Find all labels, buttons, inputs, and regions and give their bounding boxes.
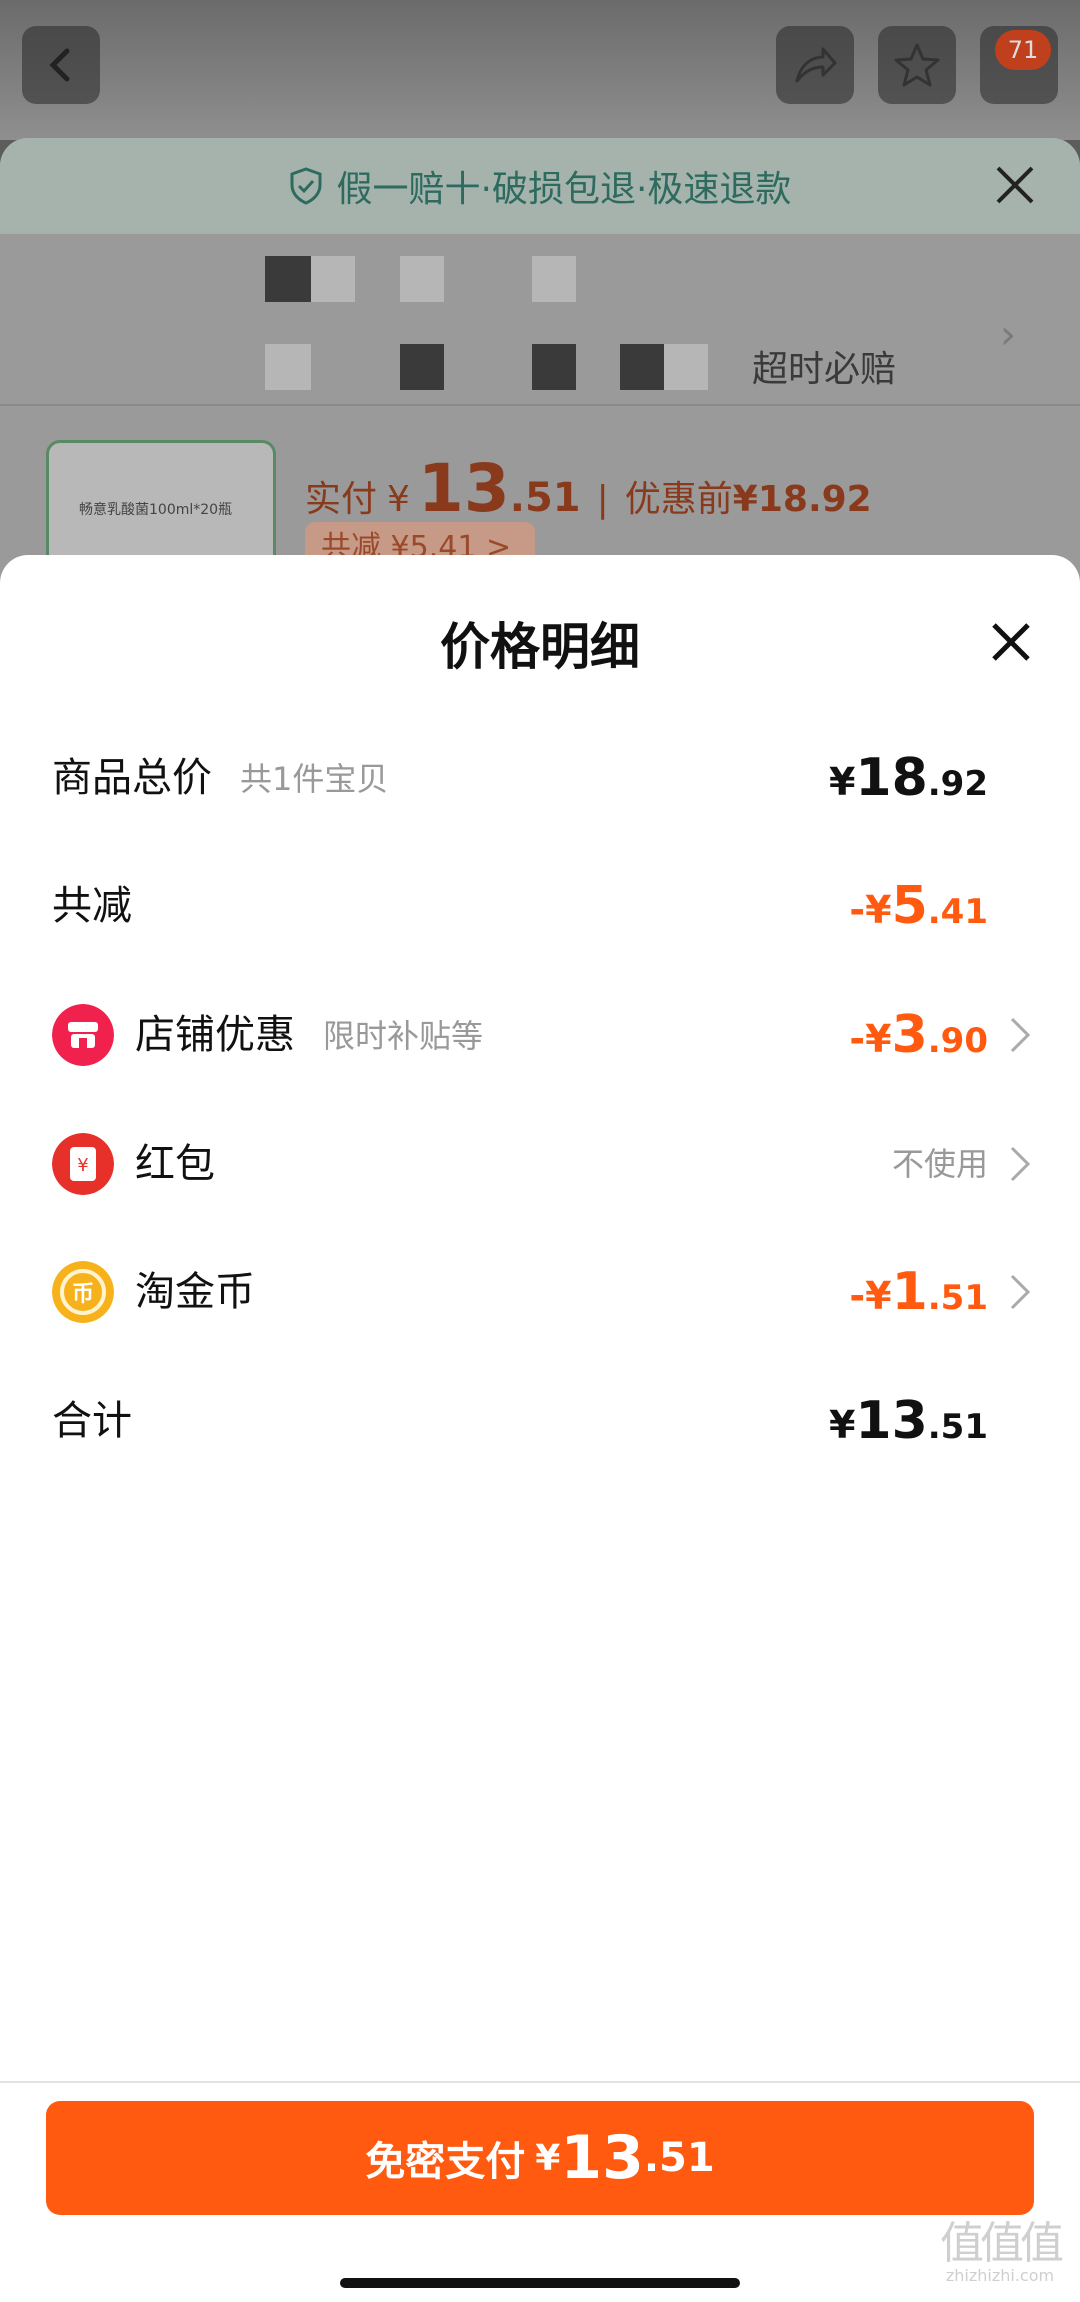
redacted-block [532,344,576,390]
svg-text:¥: ¥ [77,1155,88,1176]
password-free-pay-button[interactable]: 免密支付 ¥13.51 [46,2101,1034,2215]
divider [0,2081,1080,2083]
row-amount: ¥13.51 [829,1381,988,1473]
amount-currency: ¥ [828,760,856,804]
chevron-right-icon [1010,1146,1031,1182]
row-label: 共减 [52,883,132,929]
row-amount: ¥18.92 [829,738,988,830]
redacted-block [620,344,664,390]
close-icon[interactable] [990,160,1040,210]
row-store-discount[interactable]: 店铺优惠 限时补贴等 -¥3.90 [0,995,1080,1075]
amount-currency: -¥ [849,888,892,932]
row-total-discount: 共减 -¥5.41 [0,866,1080,946]
row-sub: 限时补贴等 [323,1017,484,1055]
redacted-block [532,256,576,302]
row-label: 合计 [52,1398,132,1444]
amount-currency: ¥ [828,1403,856,1447]
amount-int: 13 [855,1391,928,1451]
share-icon [795,47,837,83]
timeout-compensation-text: 超时必赔 [752,349,897,390]
row-sub: 共1件宝贝 [240,760,389,798]
shield-check-icon [290,167,322,205]
chevron-right-icon [1010,1017,1031,1053]
amount-dec: .51 [927,1278,988,1318]
divider [0,404,1080,406]
share-button[interactable] [776,26,854,104]
before-price: ¥18.92 [732,479,872,520]
chevron-right-icon [1010,1274,1031,1310]
paid-dec: .51 [509,475,581,521]
amount-int: 18 [855,748,928,808]
amount-int: 5 [891,876,928,936]
back-icon [49,48,70,82]
row-amount: -¥1.51 [849,1252,988,1344]
guarantee-text: 假一赔十·破损包退·极速退款 [336,169,792,210]
favorite-button[interactable] [878,26,956,104]
redacted-block [664,344,708,390]
redacted-block [400,344,444,390]
row-label: 淘金币 [135,1269,255,1315]
amount-dec: .41 [927,892,988,932]
pay-currency: ¥ [535,2137,561,2179]
amount-dec: .90 [927,1021,988,1061]
row-amount: -¥3.90 [849,995,988,1087]
store-icon [52,1004,114,1066]
coin-icon: 币 [52,1261,114,1323]
pay-label: 免密支付 [365,2139,526,2185]
svg-text:币: 币 [72,1282,94,1307]
guarantee-banner: 假一赔十·破损包退·极速退款 [0,138,1080,234]
row-label: 商品总价 [52,755,212,801]
amount-int: 1 [891,1262,928,1322]
watermark-url: zhizhizhi.com [945,2266,1055,2285]
home-indicator [340,2278,740,2288]
redacted-block [400,256,444,302]
row-grand-total: 合计 ¥13.51 [0,1381,1080,1461]
close-icon[interactable] [990,621,1032,663]
amount-int: 3 [891,1005,928,1065]
amount-dec: .51 [927,1407,988,1447]
price-detail-sheet: 价格明细 商品总价 共1件宝贝 ¥18.92 共减 -¥5.41 店铺优惠 限时… [0,555,1080,2302]
star-icon [894,43,940,87]
watermark: 值值值 zhizhizhi.com [930,2222,1070,2292]
redacted-block [265,256,311,302]
redacted-block [265,344,311,390]
row-amount: -¥5.41 [849,866,988,958]
separator: | [596,479,609,520]
cart-count-badge: 71 [995,30,1051,70]
row-label: 红包 [135,1141,215,1187]
bg-price-row: 实付 ¥ 13 .51 | 优惠前 ¥18.92 [305,450,872,527]
sheet-title: 价格明细 [440,618,640,676]
paid-int: 13 [417,450,510,527]
row-red-packet[interactable]: ¥ 红包 不使用 [0,1124,1080,1204]
row-taojinbi[interactable]: 币 淘金币 -¥1.51 [0,1252,1080,1332]
amount-currency: -¥ [849,1274,892,1318]
paid-currency: ¥ [387,479,410,520]
red-packet-icon: ¥ [52,1133,114,1195]
product-tag: 畅意乳酸菌100ml*20瓶 [79,502,233,518]
amount-currency: -¥ [849,1017,892,1061]
row-item-total: 商品总价 共1件宝贝 ¥18.92 [0,738,1080,818]
paid-label: 实付 [305,479,378,520]
redacted-block [311,256,355,302]
pay-int: 13 [560,2123,644,2193]
before-label: 优惠前 [624,479,733,520]
row-label: 店铺优惠 [135,1012,295,1058]
chevron-right-icon[interactable]: › [1000,312,1016,358]
amount-dec: .92 [927,764,988,804]
watermark-mark: 值值值 [940,2218,1064,2269]
back-button[interactable] [22,26,100,104]
row-status: 不使用 [891,1145,988,1183]
pay-dec: .51 [643,2135,715,2181]
